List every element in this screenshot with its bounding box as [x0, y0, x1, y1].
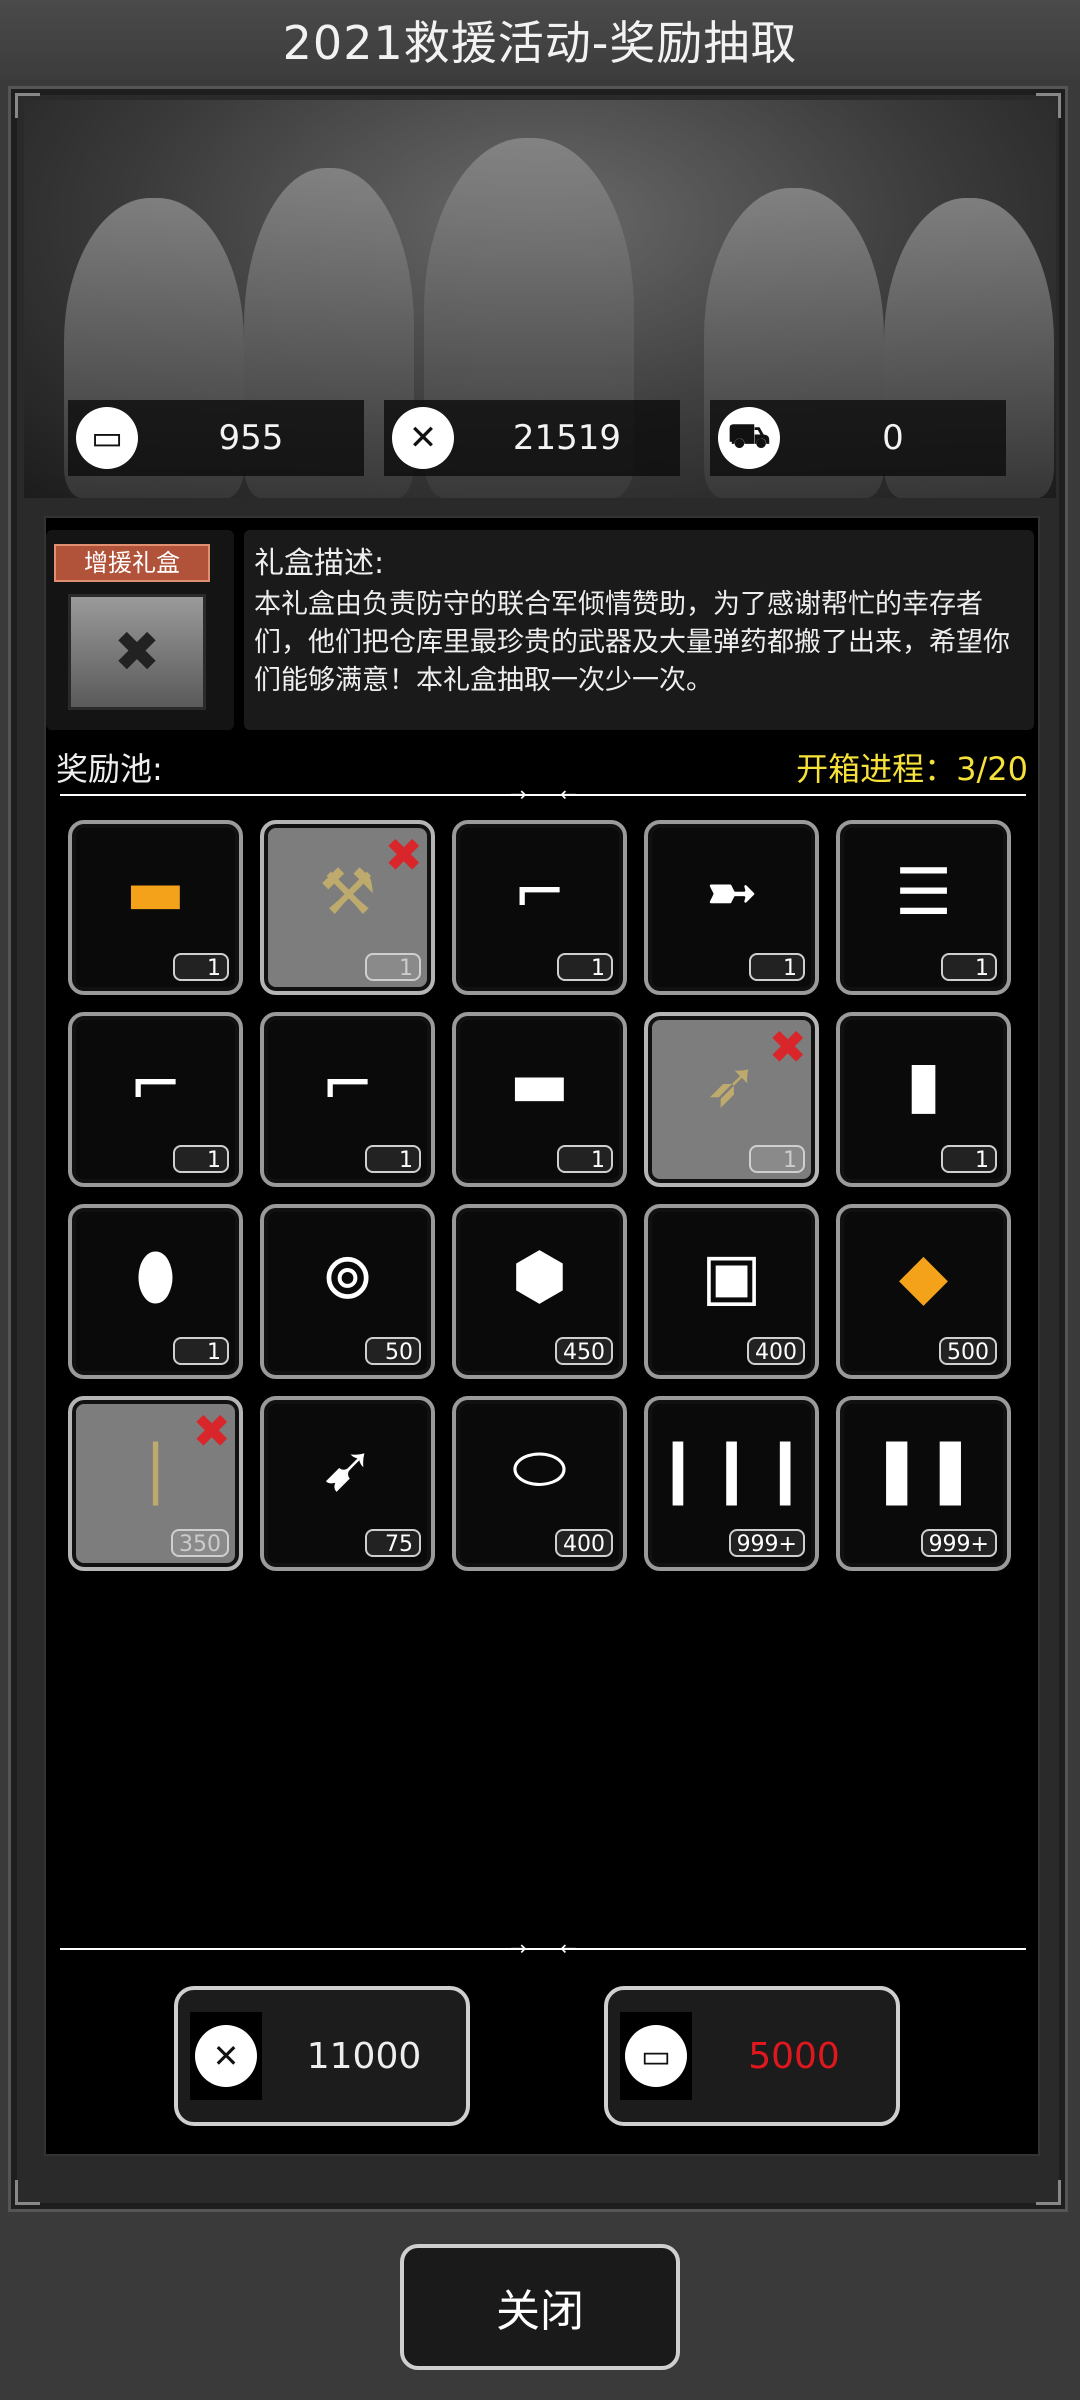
reward-grid: ▬ 1 ⚒ 1 ✖ ⌐ 1 ➼ 1 ☰ 1 ⌐ 1 ⌐ 1 ▬ 1 ➶ 1 ✖ ▮ 1 ⬮ 1 ⊚ 50 ⬢ 450 ▣ 400 ◆ 500 ❘… [68, 820, 1018, 1571]
rocket-launcher-icon: ➼ [704, 855, 759, 930]
item-count: 1 [941, 953, 997, 981]
claimed-x-icon: ✖ [192, 1404, 231, 1458]
item-count: 1 [557, 953, 613, 981]
item-count: 999+ [920, 1529, 997, 1557]
resource-card: ▭ 955 [68, 400, 364, 476]
resource-badge: ✕ 21519 [384, 400, 680, 476]
open-progress: 开箱进程：3/20 [796, 750, 1028, 788]
item-count: 400 [555, 1529, 613, 1557]
claimed-x-icon: ✖ [384, 828, 423, 882]
item-count: 350 [171, 1529, 229, 1557]
item-count: 75 [365, 1529, 421, 1557]
item-count: 999+ [728, 1529, 805, 1557]
flashbang-icon: ⊚ [320, 1239, 375, 1314]
item-count: 500 [939, 1337, 997, 1365]
arrow-left-icon: ← [560, 782, 577, 806]
gift-box-card: 增援礼盒 ✖ [46, 530, 234, 730]
resource-car-value: 0 [882, 418, 904, 458]
desc-title: 礼盒描述: [254, 546, 385, 581]
gift-description: 礼盒描述: 本礼盒由负责防守的联合军倾情赞助，为了感谢帮忙的幸存者们，他们把仓库… [244, 530, 1034, 730]
reward-panel: 增援礼盒 ✖ 礼盒描述: 本礼盒由负责防守的联合军倾情赞助，为了感谢帮忙的幸存者… [44, 516, 1040, 2156]
rpg-rocket-icon: ➹ [320, 1431, 375, 1506]
divider-top: → ← [60, 782, 1026, 806]
reward-item-frag-grenade[interactable]: ⬢ 450 [452, 1204, 627, 1379]
car-icon: ⛟ [718, 407, 780, 469]
reward-item-armor-plate[interactable]: ▮ 1 [836, 1012, 1011, 1187]
arrow-right-icon: → [510, 782, 527, 806]
item-count: 1 [941, 1145, 997, 1173]
reward-item-pump-shotgun[interactable]: ▬ 1 [452, 1012, 627, 1187]
item-count: 1 [173, 953, 229, 981]
item-count: 450 [555, 1337, 613, 1365]
reward-item-shotgun-shells[interactable]: ⬭ 400 [452, 1396, 627, 1571]
item-count: 1 [557, 1145, 613, 1173]
gold-shotgun-icon: ▬ [125, 855, 186, 930]
reward-item-gold-hammer[interactable]: ⚒ 1 ✖ [260, 820, 435, 995]
reward-item-rifle-rounds[interactable]: ❘ 350 ✖ [68, 1396, 243, 1571]
gold-shell-icon: ◆ [898, 1239, 949, 1314]
cost-value: 5000 [748, 2035, 840, 2077]
item-count: 50 [365, 1337, 421, 1365]
resource-card-value: 955 [218, 418, 284, 458]
page-title: 2021救援活动-奖励抽取 [282, 16, 798, 70]
title-bar: 2021救援活动-奖励抽取 [0, 0, 1080, 80]
reward-item-rifle-ammo[interactable]: ❙❙❙ 999+ [644, 1396, 819, 1571]
reward-item-grenade-launcher[interactable]: ⌐ 1 [68, 1012, 243, 1187]
close-button[interactable]: 关闭 [400, 2244, 680, 2370]
card-icon: ▭ [76, 407, 138, 469]
reward-item-gold-shotgun[interactable]: ▬ 1 [68, 820, 243, 995]
reward-item-spear-blade[interactable]: ➶ 1 ✖ [644, 1012, 819, 1187]
item-count: 1 [365, 953, 421, 981]
reward-item-incendiary-grenade[interactable]: ▣ 400 [644, 1204, 819, 1379]
badge-icon: ✕ [190, 2012, 262, 2100]
frag-grenade-icon: ⬢ [511, 1239, 568, 1314]
incendiary-grenade-icon: ▣ [701, 1239, 762, 1314]
reward-item-assault-rifle[interactable]: ⌐ 1 [260, 1012, 435, 1187]
reward-item-flashbang[interactable]: ⊚ 50 [260, 1204, 435, 1379]
item-count: 1 [173, 1337, 229, 1365]
arrow-right-icon: → [510, 1936, 527, 1960]
cost-value: 11000 [306, 2035, 422, 2077]
item-count: 1 [173, 1145, 229, 1173]
item-count: 1 [749, 1145, 805, 1173]
pistol-ammo-icon: ❚❚ [869, 1431, 978, 1506]
shotgun-shells-icon: ⬭ [512, 1431, 567, 1506]
gift-tag: 增援礼盒 [54, 544, 210, 582]
badge-icon: ✕ [392, 407, 454, 469]
draw-with-badge-button[interactable]: ✕ 11000 [174, 1986, 470, 2126]
draw-with-card-button[interactable]: ▭ 5000 [604, 1986, 900, 2126]
rifle-ammo-icon: ❙❙❙ [651, 1431, 812, 1506]
minigun-icon: ☰ [894, 855, 953, 930]
grenade-launcher-icon: ⌐ [128, 1047, 183, 1122]
item-count: 1 [749, 953, 805, 981]
reward-item-pistol-ammo[interactable]: ❚❚ 999+ [836, 1396, 1011, 1571]
riot-shield-icon: ⬮ [135, 1239, 176, 1314]
pool-label: 奖励池: [56, 750, 163, 788]
assault-rifle-icon: ⌐ [320, 1047, 375, 1122]
desc-text: 本礼盒由负责防守的联合军倾情赞助，为了感谢帮忙的幸存者们，他们把仓库里最珍贵的武… [254, 589, 1010, 696]
armor-plate-icon: ▮ [905, 1047, 942, 1122]
reward-item-rpg-rocket[interactable]: ➹ 75 [260, 1396, 435, 1571]
pump-shotgun-icon: ▬ [509, 1047, 570, 1122]
item-count: 400 [747, 1337, 805, 1365]
chest-icon: ✖ [68, 594, 206, 710]
sniper-rifle-icon: ⌐ [512, 855, 567, 930]
reward-item-sniper-rifle[interactable]: ⌐ 1 [452, 820, 627, 995]
reward-item-minigun[interactable]: ☰ 1 [836, 820, 1011, 995]
reward-item-rocket-launcher[interactable]: ➼ 1 [644, 820, 819, 995]
arrow-left-icon: ← [560, 1936, 577, 1960]
frame-corner [1036, 2180, 1061, 2205]
claimed-x-icon: ✖ [768, 1020, 807, 1074]
reward-item-gold-shell[interactable]: ◆ 500 [836, 1204, 1011, 1379]
resource-car: ⛟ 0 [710, 400, 1006, 476]
resource-badge-value: 21519 [512, 418, 622, 458]
reward-item-riot-shield[interactable]: ⬮ 1 [68, 1204, 243, 1379]
frame-corner [15, 2180, 40, 2205]
card-icon: ▭ [620, 2012, 692, 2100]
item-count: 1 [365, 1145, 421, 1173]
divider-bottom: → ← [60, 1936, 1026, 1960]
